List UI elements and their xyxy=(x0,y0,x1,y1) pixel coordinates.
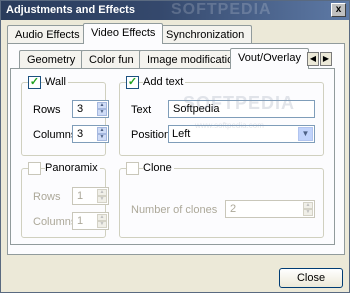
spin-up-icon[interactable]: ▲ xyxy=(97,102,107,109)
dialog-window: Adjustments and Effects SOFTPEDIA x Audi… xyxy=(0,0,350,293)
spin-down-icon[interactable]: ▼ xyxy=(97,134,107,141)
clone-count-label: Number of clones xyxy=(131,204,218,216)
position-value: Left xyxy=(172,128,191,140)
chevron-down-icon[interactable]: ▼ xyxy=(298,127,313,141)
wall-group xyxy=(21,82,106,156)
wall-columns-spinbox[interactable]: 3 ▲ ▼ xyxy=(72,125,109,143)
clone-checkbox[interactable] xyxy=(126,162,139,175)
spin-down-icon[interactable]: ▼ xyxy=(97,196,107,203)
spin-up-icon[interactable]: ▲ xyxy=(97,214,107,221)
title-bar[interactable]: Adjustments and Effects SOFTPEDIA x xyxy=(1,1,349,20)
wall-columns-label: Columns xyxy=(33,129,77,141)
spin-up-icon[interactable]: ▲ xyxy=(97,189,107,196)
spin-down-icon[interactable]: ▼ xyxy=(303,209,313,216)
tab-vout-overlay[interactable]: Vout/Overlay xyxy=(230,48,309,69)
window-title: Adjustments and Effects xyxy=(6,4,135,16)
spin-up-icon[interactable]: ▲ xyxy=(303,202,313,209)
wall-label: Wall xyxy=(45,76,68,88)
clone-label: Clone xyxy=(143,162,174,174)
add-text-checkbox[interactable]: ✓ xyxy=(126,76,139,89)
tab-geometry[interactable]: Geometry xyxy=(19,50,84,69)
panoramix-rows-spinbox[interactable]: 1 ▲ ▼ xyxy=(72,187,109,205)
wall-checkbox[interactable]: ✓ xyxy=(28,76,41,89)
panoramix-rows-value: 1 xyxy=(77,190,84,202)
window-close-button[interactable]: x xyxy=(331,3,346,17)
wall-rows-label: Rows xyxy=(33,104,61,116)
tab-synchronization[interactable]: Synchronization xyxy=(158,25,253,44)
wall-rows-spinbox[interactable]: 3 ▲ ▼ xyxy=(72,100,109,118)
tab-video-effects[interactable]: Video Effects xyxy=(83,23,164,44)
text-label: Text xyxy=(131,104,152,116)
panoramix-columns-value: 1 xyxy=(77,215,84,227)
softpedia-watermark: SOFTPEDIA xyxy=(183,93,296,113)
spin-down-icon[interactable]: ▼ xyxy=(97,221,107,228)
spin-down-icon[interactable]: ▼ xyxy=(97,109,107,116)
panoramix-checkbox[interactable] xyxy=(28,162,41,175)
panoramix-label: Panoramix xyxy=(45,162,100,174)
tab-audio-effects[interactable]: Audio Effects xyxy=(7,25,88,44)
title-watermark: SOFTPEDIA xyxy=(171,1,272,18)
position-label: Position xyxy=(131,129,171,141)
softpedia-url-watermark: www.softpedia.com xyxy=(195,121,264,130)
wall-columns-value: 3 xyxy=(77,128,84,140)
vout-overlay-panel: ✓ Wall Rows 3 ▲ ▼ Columns 3 ▲ ▼ ✓ Add text… xyxy=(10,68,335,245)
clone-count-value: 2 xyxy=(230,203,237,215)
tab-color-fun[interactable]: Color fun xyxy=(81,50,142,69)
panoramix-rows-label: Rows xyxy=(33,191,61,203)
tab-scroll-left-icon[interactable]: ◀ xyxy=(307,52,319,66)
panoramix-columns-label: Columns xyxy=(33,216,77,228)
wall-rows-value: 3 xyxy=(77,103,84,115)
panoramix-columns-spinbox[interactable]: 1 ▲ ▼ xyxy=(72,212,109,230)
clone-count-spinbox[interactable]: 2 ▲ ▼ xyxy=(225,200,315,218)
add-text-label: Add text xyxy=(143,76,186,88)
tab-scroll-right-icon[interactable]: ▶ xyxy=(320,52,332,66)
close-button[interactable]: Close xyxy=(279,268,343,288)
spin-up-icon[interactable]: ▲ xyxy=(97,127,107,134)
